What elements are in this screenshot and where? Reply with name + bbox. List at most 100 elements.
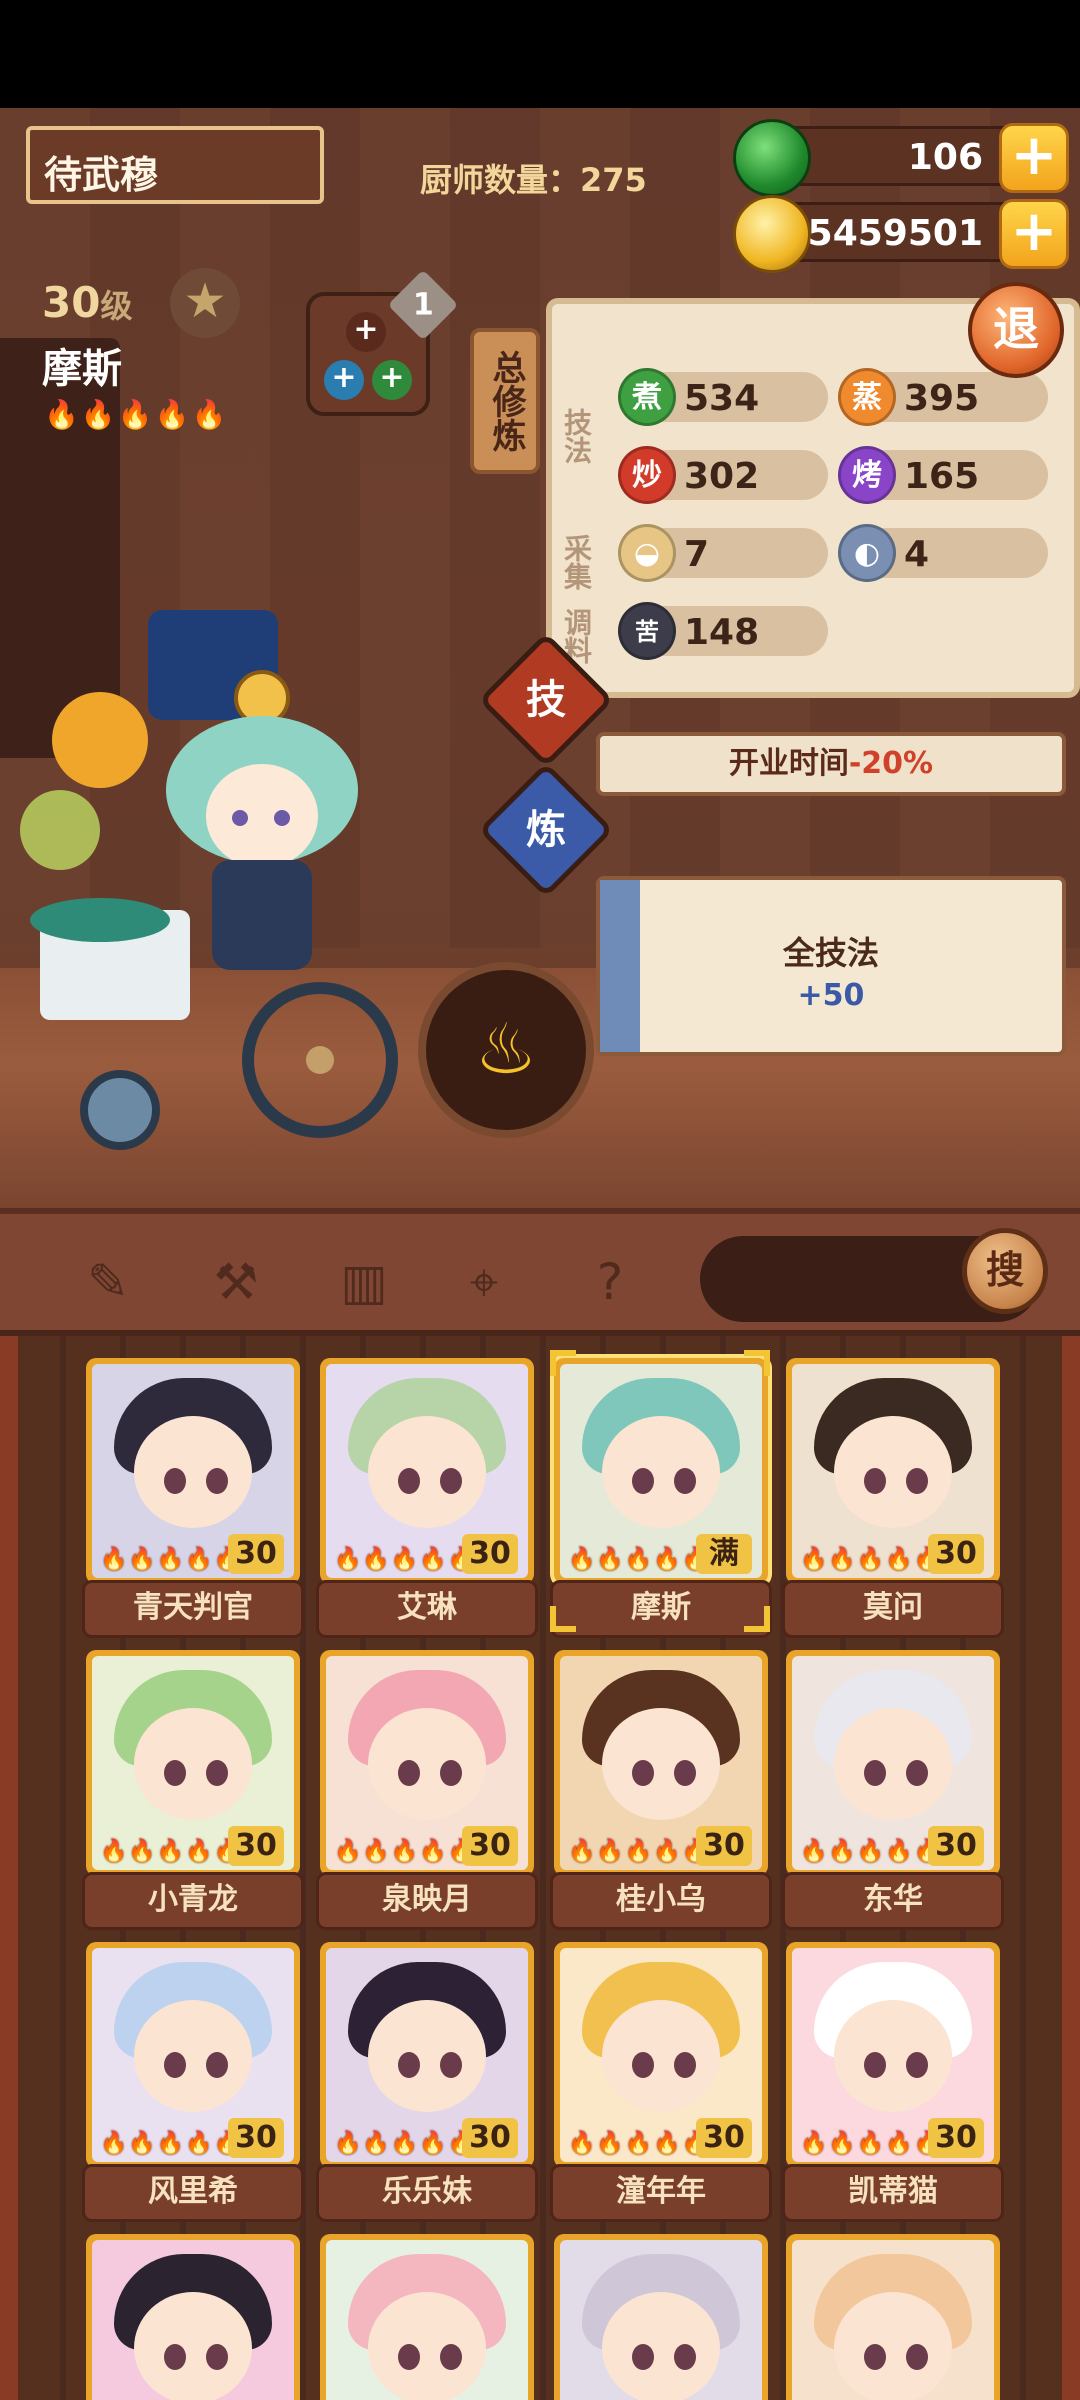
selection-corner [744,1606,770,1632]
chef-card-frame: 🔥🔥🔥🔥🔥 30 [86,1650,300,1876]
chef-eye [864,1468,886,1494]
chef-card-name: 摩斯 [550,1580,772,1638]
jar-icon[interactable]: ▥ [332,1250,396,1314]
chef-card-name: 莫问 [782,1580,1004,1638]
chef-card[interactable]: 🔥🔥🔥🔥🔥 30 风里希 [82,1942,304,2224]
chef-character-art [20,610,398,1150]
bag-icon[interactable]: ♨ [418,962,594,1138]
chef-eye [164,2052,186,2078]
chef-eye [632,2052,654,2078]
chef-eye [864,2052,886,2078]
bitter-icon: 苦 [618,602,676,660]
retreat-button[interactable]: 退 [968,282,1064,378]
chef-card[interactable]: 🔥🔥🔥🔥🔥 30 凯蒂猫 [782,1942,1004,2224]
chef-card[interactable] [554,2234,768,2400]
chef-count: 厨师数量：275 [420,155,647,201]
stat-bitter: 苦 148 [618,602,828,660]
map-question-icon[interactable]: ? [578,1250,642,1314]
chef-flames: 🔥🔥🔥🔥🔥 [334,1547,476,1572]
chef-card-level: 30 [928,1826,984,1866]
chef-flames: 🔥🔥🔥🔥🔥 [100,1547,242,1572]
chef-card-name: 风里希 [82,2164,304,2222]
chef-portrait [92,2240,294,2400]
chef-card-frame: 🔥🔥🔥🔥🔥 30 [786,1650,1000,1876]
coin-icon [733,195,811,273]
chef-face [834,1416,952,1528]
chef-face [368,1708,486,1820]
chef-card[interactable]: 🔥🔥🔥🔥🔥 30 桂小乌 [550,1650,772,1932]
chef-eye [206,2344,228,2370]
chef-eye [206,2052,228,2078]
gear-slot-left-icon: + [324,360,364,400]
chef-card[interactable]: 🔥🔥🔥🔥🔥 30 东华 [782,1650,1004,1932]
chef-card[interactable] [320,2234,534,2400]
chef-face [602,2000,720,2112]
stat-value: 395 [904,378,980,419]
chef-eye [906,2052,928,2078]
chef-portrait [792,2240,994,2400]
chef-card-name: 凯蒂猫 [782,2164,1004,2222]
search-input[interactable] [730,1252,950,1306]
chef-card[interactable]: 🔥🔥🔥🔥🔥 30 乐乐妹 [316,1942,538,2224]
chef-flames: 🔥🔥🔥🔥🔥 [334,2131,476,2156]
chef-card-name: 东华 [782,1872,1004,1930]
total-train-tab[interactable]: 总修炼 [470,328,540,474]
player-name: 待武穆 [44,153,159,197]
chef-card[interactable]: 🔥🔥🔥🔥🔥 30 小青龙 [82,1650,304,1932]
chef-card-frame [554,2234,768,2400]
stat-steam: 蒸 395 [838,368,1048,426]
fry-icon: 炒 [618,446,676,504]
player-name-plate[interactable]: 待武穆 [26,126,324,204]
chef-portrait: 🔥🔥🔥🔥🔥 30 [560,1656,762,1870]
chef-face [834,1708,952,1820]
chef-portrait [560,2240,762,2400]
chef-card-level: 30 [462,1534,518,1574]
chef-card-frame [86,2234,300,2400]
location-icon[interactable]: ⌖ [452,1250,516,1314]
chef-card[interactable]: 🔥🔥🔥🔥🔥 30 泉映月 [316,1650,538,1932]
chef-flames: 🔥🔥🔥🔥🔥 [568,1547,710,1572]
chef-portrait: 🔥🔥🔥🔥🔥 30 [326,1948,528,2162]
chef-card-name: 泉映月 [316,1872,538,1930]
chef-card[interactable]: 🔥🔥🔥🔥🔥 30 艾琳 [316,1358,538,1640]
add-coin-button[interactable]: + [999,199,1069,269]
train-tab-label: 炼 [526,807,566,853]
chef-card[interactable]: 🔥🔥🔥🔥🔥 满摩斯 [550,1358,772,1640]
chef-card-frame: 🔥🔥🔥🔥🔥 30 [86,1942,300,2168]
chef-name: 摩斯 [42,346,122,392]
chef-card[interactable]: 🔥🔥🔥🔥🔥 30 莫问 [782,1358,1004,1640]
chef-card[interactable]: 🔥🔥🔥🔥🔥 30 青天判官 [82,1358,304,1640]
chef-level: 30级 [42,278,132,327]
chef-card-name: 桂小乌 [550,1872,772,1930]
boil-icon: 煮 [618,368,676,426]
chef-card-frame: 🔥🔥🔥🔥🔥 30 [86,1358,300,1584]
chef-card-name: 艾琳 [316,1580,538,1638]
chef-portrait: 🔥🔥🔥🔥🔥 30 [92,1364,294,1578]
star-icon[interactable]: ★ [170,268,240,338]
chef-flames: 🔥🔥🔥🔥🔥 [568,1839,710,1864]
chef-portrait: 🔥🔥🔥🔥🔥 30 [792,1948,994,2162]
chef-eye [398,2344,420,2370]
chef-portrait: 🔥🔥🔥🔥🔥 30 [792,1364,994,1578]
chef-card[interactable] [86,2234,300,2400]
chef-eye [398,1468,420,1494]
all-skill-label: 全技法 [782,934,879,972]
search-button[interactable]: 搜 [962,1228,1048,1314]
chef-card-level: 满 [696,1534,752,1574]
chef-card-level: 30 [228,1826,284,1866]
chef-face [834,2000,952,2112]
knife-icon[interactable]: ✎ [76,1250,140,1314]
chef-card-frame [320,2234,534,2400]
jade-icon [733,119,811,197]
chef-card[interactable]: 🔥🔥🔥🔥🔥 30 潼年年 [550,1942,772,2224]
chef-portrait: 🔥🔥🔥🔥🔥 30 [326,1364,528,1578]
chef-card-frame: 🔥🔥🔥🔥🔥 满 [554,1358,768,1584]
chef-flames: 🔥🔥🔥🔥🔥 [44,398,229,431]
section-skill-label: 技法 [560,408,593,464]
chef-card-name: 小青龙 [82,1872,304,1930]
chef-card[interactable] [786,2234,1000,2400]
add-jade-button[interactable]: + [999,123,1069,193]
stat-fry: 炒 302 [618,446,828,504]
shovel-icon[interactable]: ⚒ [204,1250,268,1314]
chef-card-level: 30 [228,1534,284,1574]
